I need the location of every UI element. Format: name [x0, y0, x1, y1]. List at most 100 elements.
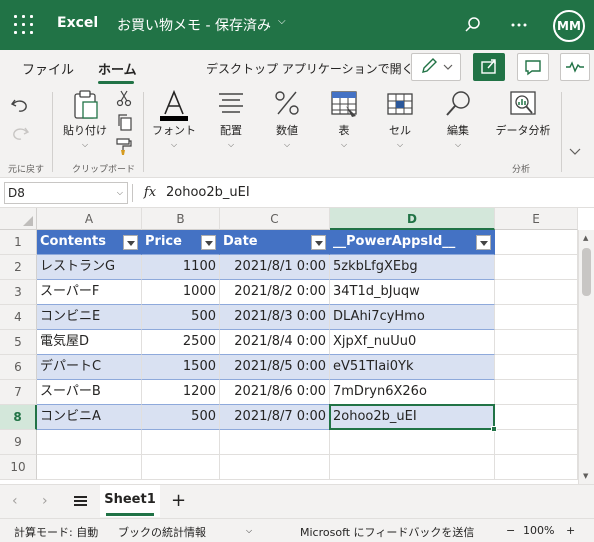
grid-cell[interactable] — [495, 430, 578, 455]
ribbon-expand-icon[interactable] — [568, 146, 588, 160]
chevron-down-icon[interactable]: ⌵ — [246, 526, 252, 536]
grid-cell[interactable] — [142, 455, 220, 480]
row-header[interactable]: 1 — [0, 230, 37, 255]
table-cell[interactable]: 2021/8/3 0:00 — [220, 305, 330, 330]
column-header[interactable]: A — [37, 208, 142, 230]
table-cell[interactable]: XjpXf_nuUu0 — [330, 330, 495, 355]
grid-cell[interactable] — [495, 330, 578, 355]
table-cell[interactable]: DLAhi7cyHmo — [330, 305, 495, 330]
all-sheets-icon[interactable] — [73, 493, 89, 509]
catch-up-icon[interactable] — [560, 53, 590, 81]
calculation-mode[interactable]: 計算モード: 自動 — [14, 524, 98, 540]
row-header[interactable]: 8 — [0, 405, 37, 430]
column-header[interactable]: C — [220, 208, 330, 230]
select-all-button[interactable] — [0, 208, 37, 230]
scroll-up-icon[interactable]: ▲ — [583, 234, 588, 242]
table-cell[interactable]: 1000 — [142, 280, 220, 305]
add-sheet-button[interactable]: + — [171, 490, 186, 511]
table-cell[interactable]: レストランG — [37, 255, 142, 280]
table-cell[interactable]: 2021/8/4 0:00 — [220, 330, 330, 355]
table-cell[interactable]: 500 — [142, 405, 220, 430]
grid-cell[interactable] — [220, 430, 330, 455]
font-button[interactable]: フォント ⌵ — [148, 86, 200, 160]
cut-icon[interactable] — [114, 88, 136, 110]
filter-dropdown-icon[interactable] — [311, 235, 326, 250]
table-cell[interactable]: 2021/8/5 0:00 — [220, 355, 330, 380]
row-header[interactable]: 4 — [0, 305, 37, 330]
table-cell[interactable]: 500 — [142, 305, 220, 330]
filter-dropdown-icon[interactable] — [476, 235, 491, 250]
document-title[interactable]: お買い物メモ - 保存済み — [117, 15, 271, 35]
prev-sheet-icon[interactable]: ‹ — [12, 493, 18, 509]
vertical-scrollbar[interactable]: ▲ ▼ — [578, 230, 594, 484]
format-painter-icon[interactable] — [114, 136, 136, 158]
table-header-cell[interactable]: Contents — [37, 230, 142, 255]
table-cell[interactable]: 1100 — [142, 255, 220, 280]
chevron-down-icon[interactable]: ⌵ — [117, 183, 123, 203]
table-cell[interactable]: 1200 — [142, 380, 220, 405]
grid-cell[interactable] — [495, 355, 578, 380]
fill-handle[interactable] — [491, 426, 497, 432]
chevron-down-icon[interactable]: ⌵ — [148, 140, 200, 150]
table-cell[interactable]: 1500 — [142, 355, 220, 380]
scroll-down-icon[interactable]: ▼ — [583, 472, 588, 480]
filter-dropdown-icon[interactable] — [201, 235, 216, 250]
table-cell[interactable]: 2021/8/2 0:00 — [220, 280, 330, 305]
table-cell[interactable]: 2021/8/1 0:00 — [220, 255, 330, 280]
column-header[interactable]: E — [495, 208, 578, 230]
table-cell[interactable]: 2ohoo2b_uEI — [330, 405, 495, 430]
app-launcher-icon[interactable] — [12, 13, 36, 37]
grid-cell[interactable] — [37, 455, 142, 480]
workbook-statistics[interactable]: ブックの統計情報 — [118, 524, 206, 540]
worksheet-grid[interactable]: A B C D E 1 2 3 4 5 6 7 8 9 10 Contents Price Date __Power… — [0, 208, 594, 484]
table-button[interactable]: 表 ⌵ — [322, 86, 366, 160]
table-cell[interactable]: 34T1d_bJuqw — [330, 280, 495, 305]
chevron-down-icon[interactable]: ⌵ — [322, 140, 366, 150]
editing-button[interactable]: 編集 ⌵ — [436, 86, 480, 160]
grid-cell[interactable] — [495, 380, 578, 405]
table-header-cell[interactable]: Price — [142, 230, 220, 255]
search-icon[interactable] — [461, 13, 485, 37]
table-cell[interactable]: 2500 — [142, 330, 220, 355]
comment-icon[interactable] — [517, 53, 549, 81]
table-header-cell[interactable]: __PowerAppsId__ — [330, 230, 495, 255]
table-cell[interactable]: 2021/8/7 0:00 — [220, 405, 330, 430]
table-cell[interactable]: コンビニA — [37, 405, 142, 430]
grid-cell[interactable] — [37, 430, 142, 455]
row-header[interactable]: 6 — [0, 355, 37, 380]
grid-cell[interactable] — [495, 280, 578, 305]
row-header[interactable]: 5 — [0, 330, 37, 355]
grid-cell[interactable] — [495, 255, 578, 280]
zoom-in-button[interactable]: + — [566, 524, 575, 537]
chevron-down-icon[interactable]: ⌵ — [58, 140, 112, 150]
formula-input[interactable]: 2ohoo2b_uEI — [166, 183, 250, 203]
table-header-cell[interactable]: Date — [220, 230, 330, 255]
table-cell[interactable]: 2021/8/6 0:00 — [220, 380, 330, 405]
zoom-out-button[interactable]: − — [506, 524, 515, 537]
filter-dropdown-icon[interactable] — [123, 235, 138, 250]
row-header[interactable]: 10 — [0, 455, 37, 480]
table-cell[interactable]: 電気屋D — [37, 330, 142, 355]
table-cell[interactable]: スーパーB — [37, 380, 142, 405]
share-button[interactable] — [473, 53, 505, 81]
zoom-level[interactable]: 100% — [523, 524, 554, 537]
feedback-link[interactable]: Microsoft にフィードバックを送信 — [300, 524, 474, 540]
grid-cell[interactable] — [495, 230, 578, 255]
column-header[interactable]: D — [330, 208, 495, 230]
row-header[interactable]: 2 — [0, 255, 37, 280]
table-cell[interactable]: コンビニE — [37, 305, 142, 330]
grid-cell[interactable] — [220, 455, 330, 480]
grid-cell[interactable] — [495, 305, 578, 330]
paste-button[interactable]: 貼り付け ⌵ — [58, 86, 112, 160]
chevron-down-icon[interactable]: ⌵ — [278, 16, 286, 27]
table-cell[interactable]: eV51TIai0Yk — [330, 355, 495, 380]
insert-function-icon[interactable]: fx — [138, 182, 162, 204]
more-options-icon[interactable] — [507, 13, 531, 37]
grid-cell[interactable] — [142, 430, 220, 455]
table-cell[interactable]: スーパーF — [37, 280, 142, 305]
redo-button[interactable] — [6, 122, 34, 150]
chevron-down-icon[interactable]: ⌵ — [264, 140, 310, 150]
table-cell[interactable]: デパートC — [37, 355, 142, 380]
app-name[interactable]: Excel — [57, 15, 98, 31]
next-sheet-icon[interactable]: › — [42, 493, 48, 509]
